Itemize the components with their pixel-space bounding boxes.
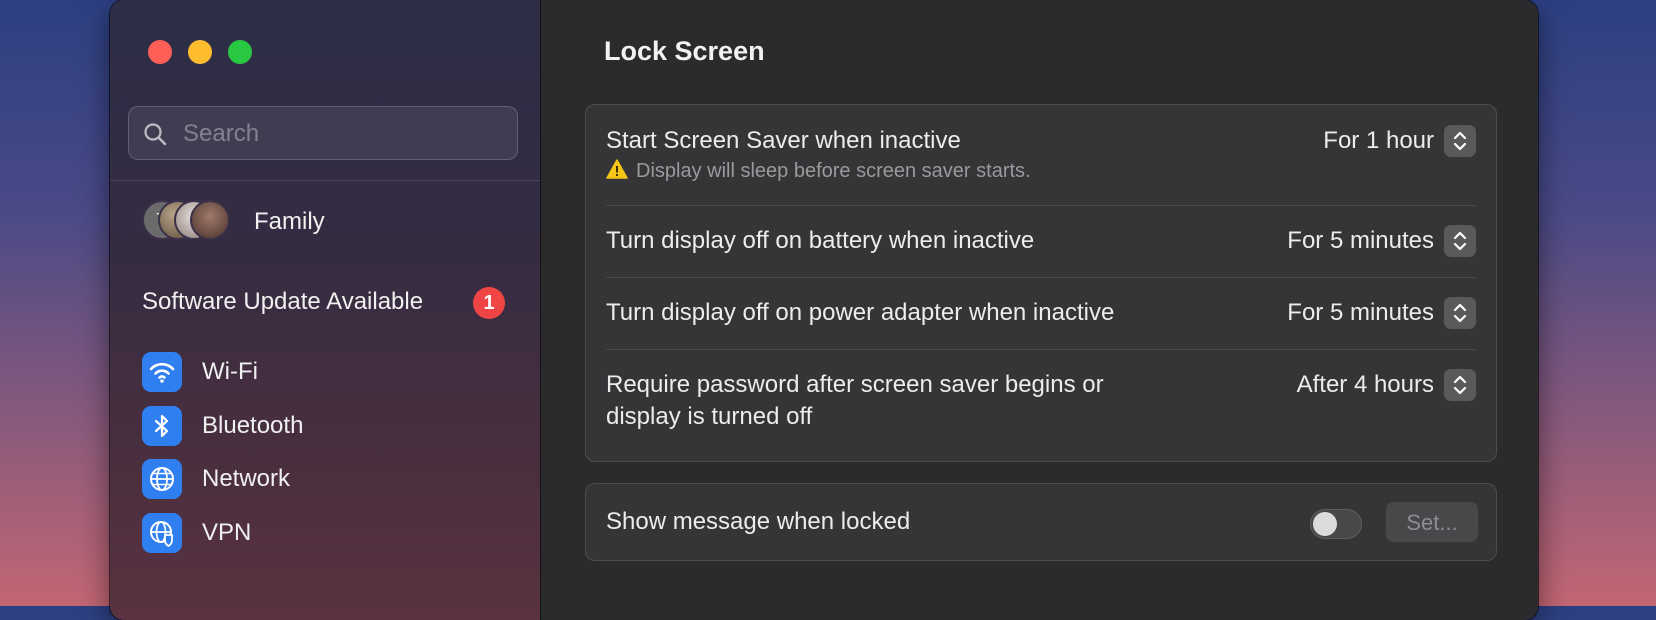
setting-label: Show message when locked — [606, 508, 911, 535]
popup-value: For 5 minutes — [1287, 299, 1434, 326]
sidebar: T Family Software Update Available 1 Wi-… — [110, 0, 541, 620]
popup-value: For 5 minutes — [1287, 227, 1434, 254]
setting-label: Turn display off on battery when inactiv… — [606, 227, 1035, 254]
chevron-up-down-icon — [1444, 125, 1476, 157]
row-divider — [606, 205, 1476, 206]
globe-icon — [142, 459, 182, 499]
setting-label: Turn display off on power adapter when i… — [606, 299, 1115, 326]
sidebar-item-label: Wi-Fi — [202, 358, 258, 385]
sidebar-item-vpn[interactable]: VPN — [142, 513, 522, 555]
bluetooth-icon — [142, 406, 182, 446]
search-field[interactable] — [128, 106, 518, 160]
setting-label-line2: display is turned off — [606, 403, 813, 430]
row-divider — [606, 349, 1476, 350]
sidebar-item-family[interactable]: T Family — [142, 200, 522, 242]
search-icon — [144, 123, 167, 146]
sidebar-item-network[interactable]: Network — [142, 459, 522, 501]
sidebar-item-label: Bluetooth — [202, 412, 304, 439]
sidebar-item-label: Network — [202, 465, 291, 492]
row-divider — [606, 277, 1476, 278]
screen-saver-popup[interactable]: For 1 hour — [1176, 125, 1476, 157]
software-update-link[interactable]: Software Update Available — [142, 288, 423, 316]
popup-value: For 1 hour — [1323, 127, 1434, 154]
chevron-up-down-icon — [1444, 297, 1476, 329]
chevron-up-down-icon — [1444, 369, 1476, 401]
popup-value: After 4 hours — [1296, 371, 1434, 398]
lock-screen-settings-group: Start Screen Saver when inactive Display… — [585, 104, 1497, 462]
setting-row-require-password: Require password after screen saver begi… — [606, 369, 1476, 435]
chevron-up-down-icon — [1444, 225, 1476, 257]
page-title: Lock Screen — [604, 36, 765, 66]
setting-row-power-adapter: Turn display off on power adapter when i… — [606, 297, 1476, 329]
wifi-icon — [142, 352, 182, 392]
main-pane: Lock Screen Start Screen Saver when inac… — [541, 0, 1538, 620]
require-password-popup[interactable]: After 4 hours — [1176, 369, 1476, 401]
setting-label-line1: Require password after screen saver begi… — [606, 371, 1104, 398]
update-count-badge: 1 — [473, 287, 505, 319]
family-avatar-4 — [190, 200, 230, 240]
setting-row-battery: Turn display off on battery when inactiv… — [606, 225, 1476, 257]
minimize-button[interactable] — [188, 40, 212, 64]
warning-icon — [606, 159, 628, 179]
sidebar-item-bluetooth[interactable]: Bluetooth — [142, 406, 522, 448]
toggle-knob — [1313, 512, 1337, 536]
system-settings-window: T Family Software Update Available 1 Wi-… — [110, 0, 1538, 620]
family-label: Family — [254, 208, 325, 235]
sidebar-divider — [110, 180, 540, 181]
message-settings-group: Show message when locked Set... — [585, 483, 1497, 561]
setting-sublabel: Display will sleep before screen saver s… — [636, 160, 1031, 182]
search-input[interactable] — [181, 115, 505, 153]
show-message-toggle[interactable] — [1310, 509, 1362, 539]
close-button[interactable] — [148, 40, 172, 64]
sidebar-item-wifi[interactable]: Wi-Fi — [142, 352, 522, 394]
setting-row-screen-saver: Start Screen Saver when inactive Display… — [606, 125, 1476, 185]
sidebar-item-label: VPN — [202, 519, 252, 546]
set-message-button[interactable]: Set... — [1386, 502, 1478, 542]
battery-display-off-popup[interactable]: For 5 minutes — [1176, 225, 1476, 257]
setting-warning: Display will sleep before screen saver s… — [606, 159, 1031, 183]
power-adapter-display-off-popup[interactable]: For 5 minutes — [1176, 297, 1476, 329]
zoom-button[interactable] — [228, 40, 252, 64]
vpn-globe-shield-icon — [142, 513, 182, 553]
setting-label: Start Screen Saver when inactive — [606, 127, 961, 154]
